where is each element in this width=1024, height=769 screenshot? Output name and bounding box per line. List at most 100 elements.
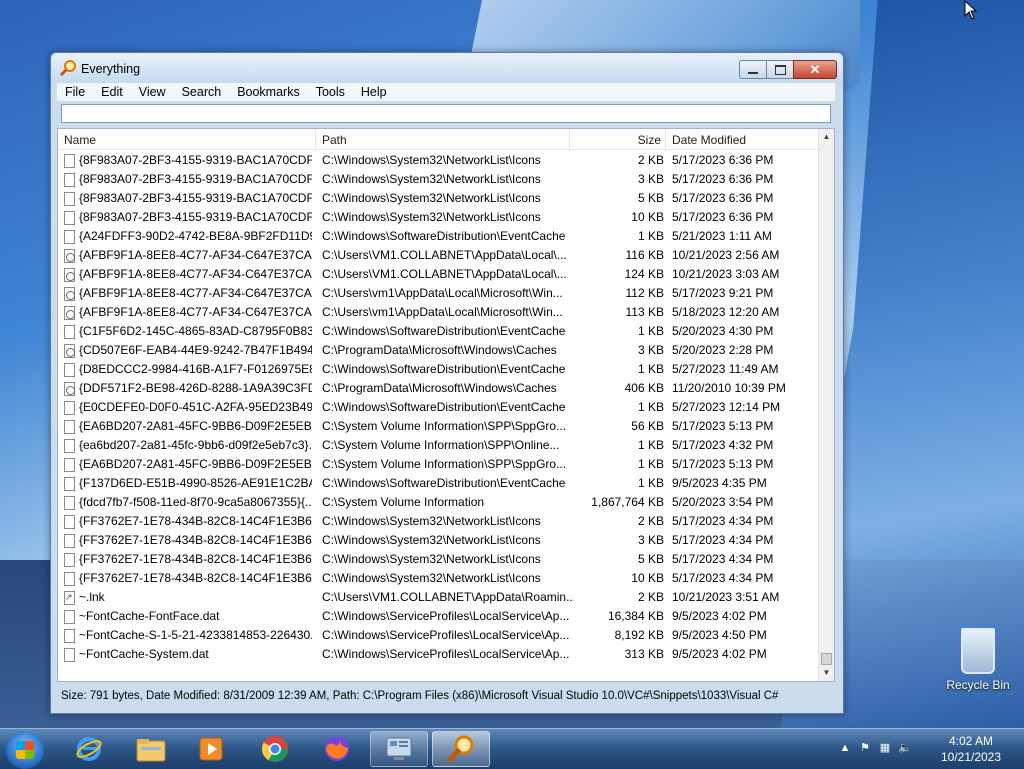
table-row[interactable]: {A24FDFF3-90D2-4742-BE8A-9BF2FD11D9... C:… bbox=[58, 227, 820, 246]
everything-search-icon bbox=[447, 735, 474, 763]
scroll-down-icon[interactable]: ▼ bbox=[819, 665, 834, 681]
taskbar-media-player[interactable] bbox=[184, 731, 238, 767]
scroll-up-icon[interactable]: ▲ bbox=[819, 129, 834, 145]
table-row[interactable]: {FF3762E7-1E78-434B-82C8-14C4F1E3B6A... C… bbox=[58, 569, 820, 588]
date-modified-cell: 5/17/2023 4:34 PM bbox=[672, 571, 774, 585]
recycle-bin-desktop-icon[interactable]: Recycle Bin bbox=[940, 628, 1016, 692]
recycle-bin-icon bbox=[961, 628, 995, 674]
system-tray: ▲ ⚑ ▦ 🔈 4:02 AM 10/21/2023 bbox=[834, 729, 1024, 769]
table-row[interactable]: {C1F5F6D2-145C-4865-83AD-C8795F0B838... C… bbox=[58, 322, 820, 341]
results-list[interactable]: Name Path Size Date Modified {8F983A07-2… bbox=[57, 128, 835, 682]
table-row[interactable]: {8F983A07-2BF3-4155-9319-BAC1A70CDF... C:… bbox=[58, 170, 820, 189]
file-name: {D8EDCCC2-9984-416B-A1F7-F0126975E8F... bbox=[79, 362, 312, 376]
name-cell: {ea6bd207-2a81-45fc-9bb6-d09f2e5eb7c3}..… bbox=[64, 436, 312, 455]
table-row[interactable]: {AFBF9F1A-8EE8-4C77-AF34-C647E37CA0... C:… bbox=[58, 284, 820, 303]
name-cell: {AFBF9F1A-8EE8-4C77-AF34-C647E37CA0... bbox=[64, 265, 312, 284]
menu-help[interactable]: Help bbox=[353, 83, 395, 101]
menu-tools[interactable]: Tools bbox=[308, 83, 353, 101]
table-row[interactable]: {F137D6ED-E51B-4990-8526-AE91E1C2BA4... C… bbox=[58, 474, 820, 493]
path-cell: C:\ProgramData\Microsoft\Windows\Caches bbox=[322, 381, 557, 395]
size-cell: 1 KB bbox=[637, 362, 664, 376]
taskbar-chrome[interactable] bbox=[248, 731, 302, 767]
table-row[interactable]: {EA6BD207-2A81-45FC-9BB6-D09F2E5EB7... C:… bbox=[58, 417, 820, 436]
path-cell: C:\System Volume Information\SPP\SppGro.… bbox=[322, 457, 567, 471]
show-hidden-icons-icon[interactable]: ▲ bbox=[838, 741, 852, 755]
start-button[interactable] bbox=[6, 731, 44, 769]
taskbar-file-explorer[interactable] bbox=[124, 731, 178, 767]
file-explorer-icon bbox=[136, 739, 166, 762]
menu-bookmarks[interactable]: Bookmarks bbox=[229, 83, 308, 101]
table-row[interactable]: {DDF571F2-BE98-426D-8288-1A9A39C3FD... C:… bbox=[58, 379, 820, 398]
file-name: {8F983A07-2BF3-4155-9319-BAC1A70CDF... bbox=[79, 153, 312, 167]
path-cell: C:\System Volume Information bbox=[322, 495, 485, 509]
minimize-icon bbox=[748, 71, 758, 74]
table-row[interactable]: {AFBF9F1A-8EE8-4C77-AF34-C647E37CA0... C:… bbox=[58, 265, 820, 284]
size-cell: 1 KB bbox=[637, 438, 664, 452]
file-icon bbox=[64, 457, 75, 472]
menu-edit[interactable]: Edit bbox=[93, 83, 131, 101]
close-button[interactable]: ✕ bbox=[793, 60, 837, 79]
table-row[interactable]: {8F983A07-2BF3-4155-9319-BAC1A70CDF... C:… bbox=[58, 189, 820, 208]
clock[interactable]: 4:02 AM 10/21/2023 bbox=[936, 733, 1006, 765]
path-cell: C:\Windows\SoftwareDistribution\EventCac… bbox=[322, 362, 566, 376]
table-row[interactable]: {CD507E6F-EAB4-44E9-9242-7B47F1B4940... C… bbox=[58, 341, 820, 360]
table-row[interactable]: ~FontCache-FontFace.dat C:\Windows\Servic… bbox=[58, 607, 820, 626]
table-row[interactable]: {D8EDCCC2-9984-416B-A1F7-F0126975E8F... C… bbox=[58, 360, 820, 379]
mouse-cursor-icon bbox=[964, 0, 978, 20]
path-cell: C:\Windows\System32\NetworkList\Icons bbox=[322, 533, 541, 547]
file-name: {C1F5F6D2-145C-4865-83AD-C8795F0B838... bbox=[79, 324, 312, 338]
file-name: {AFBF9F1A-8EE8-4C77-AF34-C647E37CA0... bbox=[79, 267, 312, 281]
volume-muted-icon[interactable]: 🔈 bbox=[898, 741, 912, 755]
table-row[interactable]: {EA6BD207-2A81-45FC-9BB6-D09F2E5EB7... C:… bbox=[58, 455, 820, 474]
action-center-icon[interactable]: ⚑ bbox=[858, 741, 872, 755]
scrollbar-thumb[interactable] bbox=[821, 653, 832, 665]
file-icon bbox=[64, 609, 75, 624]
menu-search[interactable]: Search bbox=[174, 83, 230, 101]
size-cell: 113 KB bbox=[625, 305, 664, 319]
file-name: {EA6BD207-2A81-45FC-9BB6-D09F2E5EB7... bbox=[79, 457, 312, 471]
column-header-size[interactable]: Size bbox=[570, 129, 666, 149]
maximize-button[interactable] bbox=[766, 60, 794, 79]
file-icon bbox=[64, 552, 75, 567]
table-row[interactable]: {AFBF9F1A-8EE8-4C77-AF34-C647E37CA0... C:… bbox=[58, 246, 820, 265]
table-row[interactable]: ~FontCache-S-1-5-21-4233814853-226430...… bbox=[58, 626, 820, 645]
table-row[interactable]: {FF3762E7-1E78-434B-82C8-14C4F1E3B6A... C… bbox=[58, 550, 820, 569]
size-cell: 112 KB bbox=[625, 286, 664, 300]
minimize-button[interactable] bbox=[739, 60, 767, 79]
firefox-icon bbox=[325, 737, 349, 761]
search-input[interactable] bbox=[61, 104, 831, 123]
column-header-date-modified[interactable]: Date Modified bbox=[666, 129, 820, 149]
menu-file[interactable]: File bbox=[57, 83, 93, 101]
taskbar-everything[interactable] bbox=[432, 731, 490, 767]
file-name: {F137D6ED-E51B-4990-8526-AE91E1C2BA4... bbox=[79, 476, 312, 490]
table-row[interactable]: {ea6bd207-2a81-45fc-9bb6-d09f2e5eb7c3}..… bbox=[58, 436, 820, 455]
taskbar-firefox[interactable] bbox=[310, 731, 364, 767]
table-row[interactable]: {fdcd7fb7-f508-11ed-8f70-9ca5a8067355}{.… bbox=[58, 493, 820, 512]
column-header-name[interactable]: Name bbox=[58, 129, 316, 149]
menu-view[interactable]: View bbox=[131, 83, 174, 101]
network-icon[interactable]: ▦ bbox=[878, 741, 892, 755]
path-cell: C:\Windows\SoftwareDistribution\EventCac… bbox=[322, 229, 566, 243]
file-icon bbox=[64, 571, 75, 586]
file-name: {AFBF9F1A-8EE8-4C77-AF34-C647E37CA0... bbox=[79, 305, 312, 319]
title-bar[interactable]: Everything ✕ bbox=[51, 53, 843, 83]
name-cell: {FF3762E7-1E78-434B-82C8-14C4F1E3B6A... bbox=[64, 569, 312, 588]
taskbar-control-panel[interactable] bbox=[370, 731, 428, 767]
table-row[interactable]: ~FontCache-System.dat C:\Windows\ServiceP… bbox=[58, 645, 820, 664]
date-modified-cell: 5/20/2023 3:54 PM bbox=[672, 495, 774, 509]
taskbar-internet-explorer[interactable] bbox=[62, 731, 116, 767]
name-cell: {8F983A07-2BF3-4155-9319-BAC1A70CDF... bbox=[64, 170, 312, 189]
path-cell: C:\Windows\SoftwareDistribution\EventCac… bbox=[322, 400, 566, 414]
date-modified-cell: 5/17/2023 6:36 PM bbox=[672, 153, 774, 167]
table-row[interactable]: {E0CDEFE0-D0F0-451C-A2FA-95ED23B496... C:… bbox=[58, 398, 820, 417]
table-row[interactable]: {8F983A07-2BF3-4155-9319-BAC1A70CDF... C:… bbox=[58, 208, 820, 227]
name-cell: {EA6BD207-2A81-45FC-9BB6-D09F2E5EB7... bbox=[64, 417, 312, 436]
table-row[interactable]: {FF3762E7-1E78-434B-82C8-14C4F1E3B6A... C… bbox=[58, 531, 820, 550]
vertical-scrollbar[interactable]: ▲ ▼ bbox=[818, 129, 834, 681]
name-cell: {E0CDEFE0-D0F0-451C-A2FA-95ED23B496... bbox=[64, 398, 312, 417]
table-row[interactable]: {AFBF9F1A-8EE8-4C77-AF34-C647E37CA0... C:… bbox=[58, 303, 820, 322]
table-row[interactable]: {8F983A07-2BF3-4155-9319-BAC1A70CDF... C:… bbox=[58, 151, 820, 170]
column-header-path[interactable]: Path bbox=[316, 129, 570, 149]
table-row[interactable]: ~.lnk C:\Users\VM1.COLLABNET\AppData\Roam… bbox=[58, 588, 820, 607]
table-row[interactable]: {FF3762E7-1E78-434B-82C8-14C4F1E3B6A... C… bbox=[58, 512, 820, 531]
